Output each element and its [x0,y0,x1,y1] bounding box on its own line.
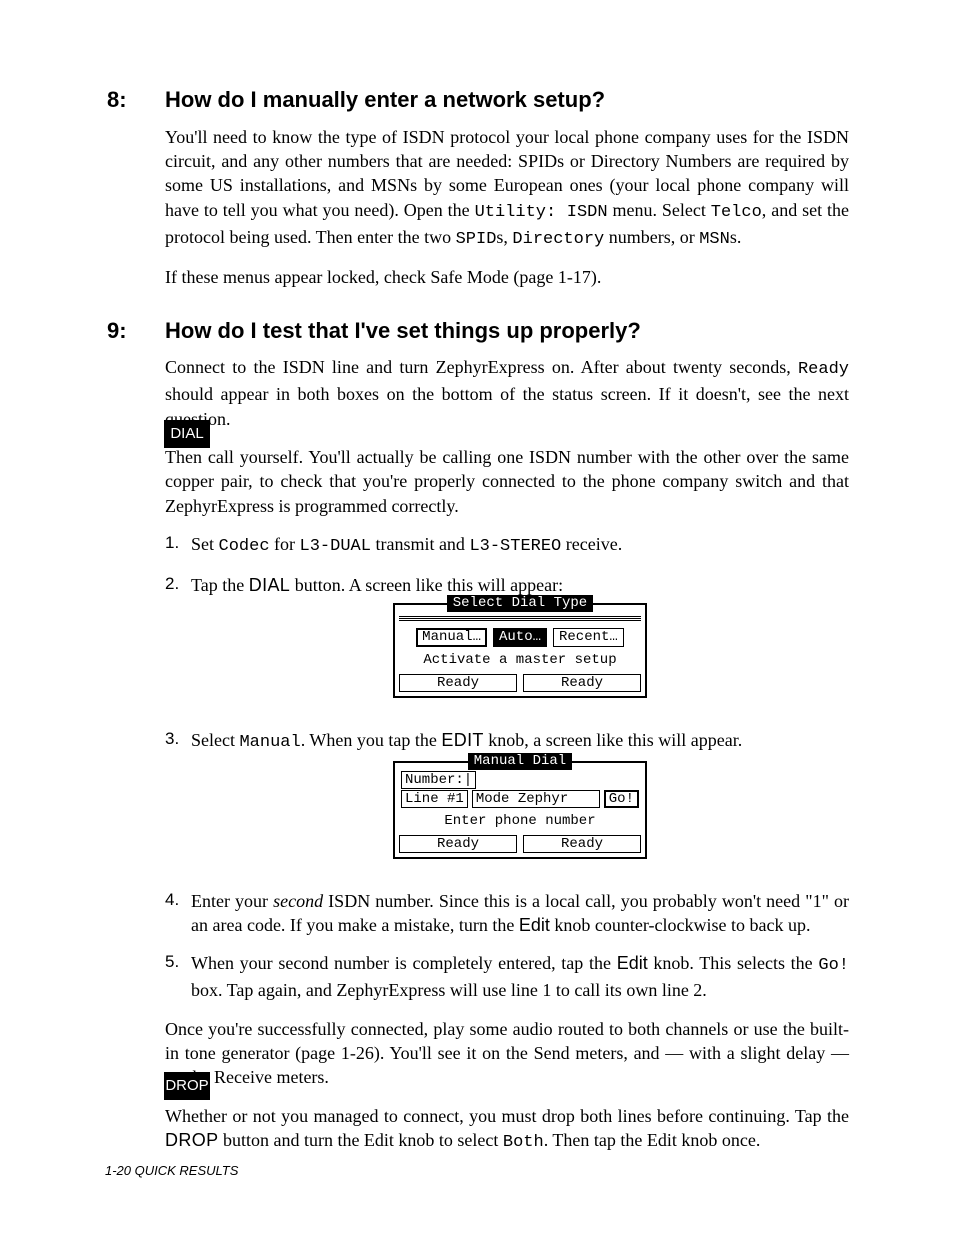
lcd1-auto-button[interactable]: Auto… [493,628,547,647]
lcd1-title: Select Dial Type [447,595,593,612]
page-footer: 1-20 QUICK RESULTS [105,1162,238,1180]
emph-second: second [273,891,323,911]
section-8-number: 8: [107,85,165,115]
text: knob, a screen like this will appear. [484,730,742,750]
section-9-para-1: Connect to the ISDN line and turn Zephyr… [165,355,849,431]
section-9-steps: Set Codec for L3-DUAL transmit and L3-ST… [165,532,849,1017]
text: s. [730,227,742,247]
go-box-ref: Go! [818,956,849,975]
dial-badge-label: DIAL [170,424,203,444]
section-9-para-2: Then call yourself. You'll actually be c… [165,445,849,518]
lcd2-status-left: Ready [399,835,517,853]
menu-telco: Telco [711,203,762,222]
text: transmit and [371,534,469,554]
section-9-title: How do I test that I've set things up pr… [165,316,641,346]
lcd2-title: Manual Dial [468,753,572,770]
drop-badge-label: DROP [165,1076,208,1096]
text: Set [191,534,219,554]
text: menu. Select [608,200,711,220]
menu-codec: Codec [219,537,270,556]
dial-button-ref: DIAL [249,575,290,595]
text: Connect to the ISDN line and turn Zephyr… [165,357,798,377]
section-8-heading: 8: How do I manually enter a network set… [107,85,849,115]
mode-l3-dual: L3-DUAL [300,537,371,556]
text: for [270,534,300,554]
edit-knob-ref: Edit [519,915,550,935]
text: . Then tap the Edit knob once. [544,1130,761,1150]
lcd2-line-cell[interactable]: Line #1 [401,790,468,808]
text: numbers, or [604,227,699,247]
text: . When you tap the [301,730,442,750]
dial-badge: DIAL [164,420,210,448]
lcd1-recent-button[interactable]: Recent… [553,628,624,647]
mode-l3-stereo: L3-STEREO [469,537,561,556]
lcd1-status-left: Ready [399,674,517,692]
lcd2-status-right: Ready [523,835,641,853]
text: knob. This selects the [648,953,819,973]
field-msn: MSN [699,230,730,249]
edit-knob-ref: Edit [617,953,648,973]
step-4: Enter your second ISDN number. Since thi… [165,889,849,952]
lcd-manual-dial: Manual Dial Number:| Line #1 Mode Zephyr… [393,761,647,859]
field-directory: Directory [512,230,604,249]
section-8-para-1: You'll need to know the type of ISDN pro… [165,125,849,252]
section-9-number: 9: [107,316,165,346]
text: box. Tap again, and ZephyrExpress will u… [191,980,707,1000]
step-2: Tap the DIAL button. A screen like this … [165,573,849,728]
drop-badge: DROP [164,1072,210,1100]
option-both: Both [503,1133,544,1152]
lcd1-manual-button[interactable]: Manual… [416,628,487,647]
text: Select [191,730,239,750]
text: s, [496,227,512,247]
menu-utility-isdn: Utility: ISDN [475,203,608,222]
edit-knob-ref: EDIT [441,730,483,750]
text: receive. [561,534,622,554]
step-5: When your second number is completely en… [165,951,849,1016]
menu-manual: Manual [239,733,300,752]
section-8-title: How do I manually enter a network setup? [165,85,605,115]
lcd2-number-field[interactable]: Number:| [401,771,476,789]
lcd2-message: Enter phone number [395,810,645,835]
text: Whether or not you managed to connect, y… [165,1106,849,1126]
section-9-para-3: Once you're successfully connected, play… [165,1017,849,1090]
lcd2-mode-cell[interactable]: Mode Zephyr [472,790,600,808]
step-1: Set Codec for L3-DUAL transmit and L3-ST… [165,532,849,573]
status-ready: Ready [798,360,849,379]
text: button and turn the Edit knob to select [218,1130,502,1150]
text: knob counter-clockwise to back up. [550,915,811,935]
section-9-para-4: Whether or not you managed to connect, y… [165,1104,849,1155]
text: Tap the [191,575,249,595]
lcd2-go-button[interactable]: Go! [604,790,639,808]
section-8-para-2: If these menus appear locked, check Safe… [165,265,849,289]
drop-button-ref: DROP [165,1130,218,1150]
step-3: Select Manual. When you tap the EDIT kno… [165,728,849,889]
lcd-select-dial-type: Select Dial Type Manual… Auto… Recent… A… [393,603,647,698]
lcd1-message: Activate a master setup [395,649,645,674]
field-spid: SPID [456,230,497,249]
lcd1-status-right: Ready [523,674,641,692]
section-9-heading: 9: How do I test that I've set things up… [107,316,849,346]
text: button. A screen like this will appear: [290,575,563,595]
text: When your second number is completely en… [191,953,617,973]
text: should appear in both boxes on the botto… [165,384,849,428]
text: Enter your [191,891,273,911]
